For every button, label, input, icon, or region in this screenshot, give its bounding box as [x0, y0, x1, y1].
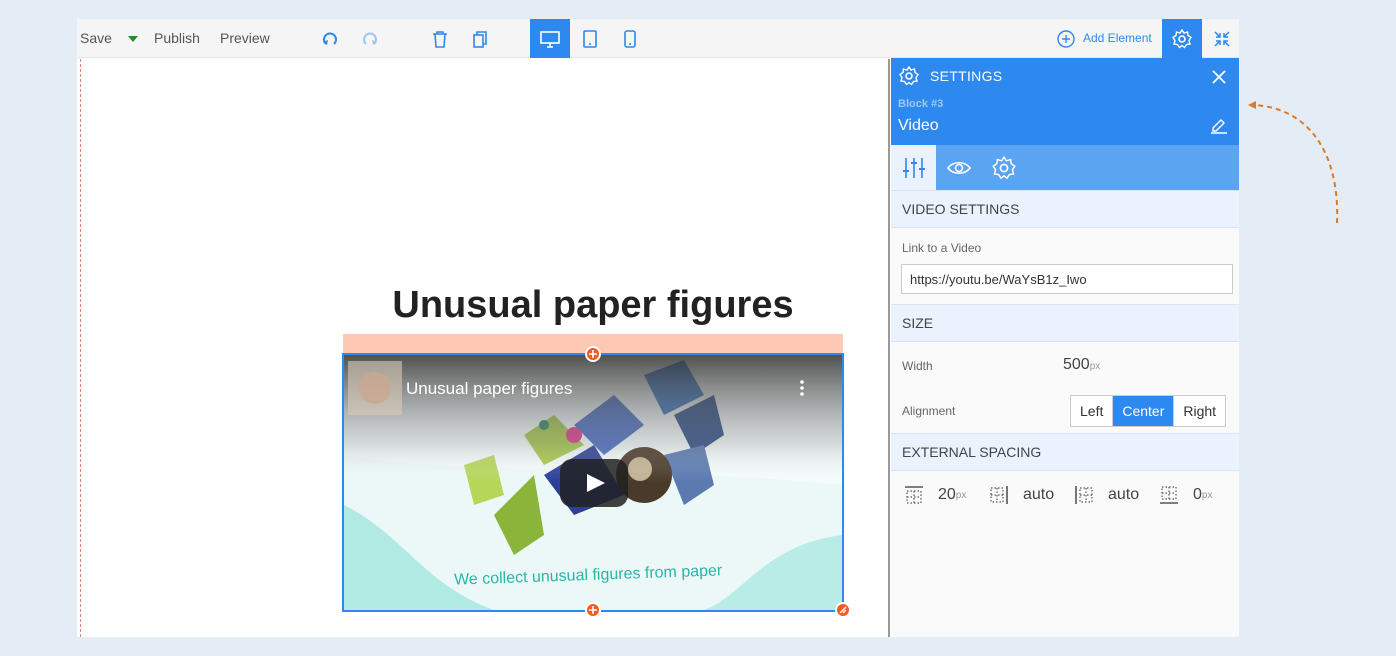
close-icon[interactable]	[1211, 69, 1227, 90]
section-size: SIZE	[891, 304, 1239, 342]
width-value-field[interactable]: 500px	[1063, 356, 1100, 374]
spacing-bottom-unit: px	[1201, 489, 1213, 501]
spacing-top-field[interactable]: 20 px	[904, 484, 966, 506]
page-canvas: Unusual paper figures Unusual paper figu…	[77, 59, 890, 637]
save-dropdown-caret-icon[interactable]	[113, 19, 153, 58]
save-button[interactable]: Save	[80, 19, 112, 58]
resize-handle-icon[interactable]	[835, 602, 851, 618]
more-options-icon[interactable]	[799, 379, 805, 402]
spacing-bottom-value: 0	[1193, 486, 1202, 503]
settings-gear-icon	[899, 65, 919, 91]
mobile-view-icon[interactable]	[610, 19, 650, 58]
add-block-below-icon[interactable]	[585, 602, 601, 618]
block-number: Block #3	[898, 98, 944, 110]
alignment-label: Alignment	[902, 404, 956, 418]
width-value: 500	[1063, 356, 1090, 373]
annotation-arrow-right	[1248, 101, 1339, 224]
video-block[interactable]: Unusual paper figures We collect unusual…	[342, 353, 844, 612]
spacing-left-field[interactable]: auto	[989, 484, 1054, 506]
play-icon[interactable]	[560, 459, 628, 512]
video-title: Unusual paper figures	[406, 379, 573, 398]
publish-button[interactable]: Publish	[154, 19, 200, 58]
advanced-gear-icon[interactable]	[981, 145, 1026, 190]
canvas-guide-line	[80, 59, 81, 637]
redo-icon[interactable]	[350, 19, 390, 58]
section-external-spacing: EXTERNAL SPACING	[891, 433, 1239, 471]
spacing-right-field[interactable]: auto	[1074, 484, 1139, 506]
settings-title: SETTINGS	[930, 68, 1003, 84]
duplicate-icon[interactable]	[460, 19, 500, 58]
spacing-left-value: auto	[1023, 486, 1055, 503]
block-name: Video	[898, 117, 939, 134]
add-block-above-icon[interactable]	[585, 346, 601, 362]
spacing-left-icon	[1075, 486, 1093, 504]
page-title[interactable]: Unusual paper figures	[343, 284, 843, 327]
video-link-input[interactable]	[901, 264, 1233, 294]
settings-gear-icon[interactable]	[1162, 19, 1202, 58]
editor-window: Save Publish Preview Add Element Unusual…	[77, 19, 1239, 637]
spacing-right-value: auto	[1108, 486, 1140, 503]
settings-header: SETTINGS Block #3 Video	[891, 58, 1239, 145]
add-element-icon[interactable]	[1054, 19, 1078, 58]
section-video-settings: VIDEO SETTINGS	[891, 190, 1239, 228]
align-right-button[interactable]: Right	[1174, 396, 1225, 426]
tablet-view-icon[interactable]	[570, 19, 610, 58]
spacing-bottom-field[interactable]: 0 px	[1159, 484, 1212, 506]
spacing-top-value: 20	[938, 486, 956, 503]
edit-name-icon[interactable]	[1210, 116, 1228, 139]
toolbar: Save Publish Preview Add Element	[77, 19, 1239, 58]
width-unit: px	[1089, 361, 1101, 372]
add-element-button[interactable]: Add Element	[1083, 19, 1152, 58]
desktop-view-icon[interactable]	[530, 19, 570, 58]
preview-button[interactable]: Preview	[220, 19, 270, 58]
alignment-button-group: Left Center Right	[1070, 395, 1227, 427]
align-left-button[interactable]: Left	[1071, 396, 1114, 426]
width-label: Width	[902, 359, 933, 373]
spacing-bottom-icon	[1160, 486, 1178, 504]
link-label: Link to a Video	[902, 241, 982, 255]
canvas-divider	[888, 59, 890, 637]
undo-icon[interactable]	[310, 19, 350, 58]
spacing-top-icon	[905, 486, 923, 504]
visibility-eye-icon[interactable]	[936, 145, 981, 190]
settings-tabs	[891, 145, 1239, 190]
delete-icon[interactable]	[420, 19, 460, 58]
spacing-right-icon	[990, 486, 1008, 504]
align-center-button[interactable]: Center	[1113, 396, 1175, 426]
style-sliders-icon[interactable]	[891, 145, 936, 190]
settings-panel: SETTINGS Block #3 Video VIDEO SETTINGS L…	[891, 58, 1239, 637]
collapse-icon[interactable]	[1202, 19, 1239, 58]
spacing-top-unit: px	[955, 489, 967, 501]
